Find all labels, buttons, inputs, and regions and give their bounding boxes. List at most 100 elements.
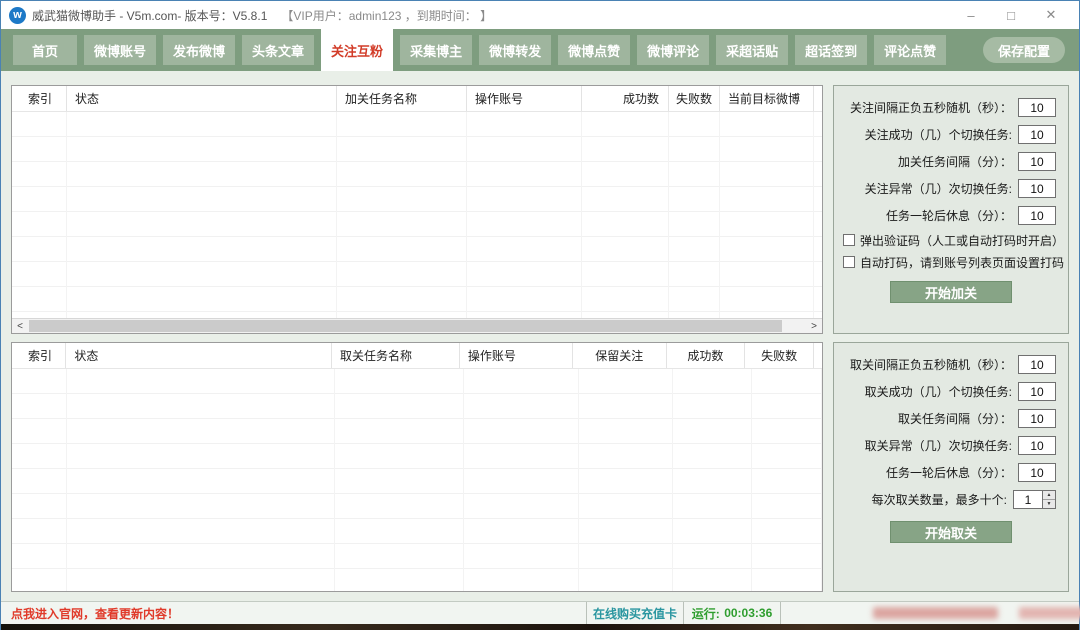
auto-captcha-row: 自动打码，请到账号列表页面设置打码 — [834, 251, 1068, 273]
buy-recharge-card-link[interactable]: 在线购买充值卡 — [593, 605, 677, 622]
follow-interval-label: 关注间隔正负五秒随机（秒）： — [850, 99, 1012, 116]
unfollow-task-interval-input[interactable] — [1018, 409, 1056, 428]
captcha-popup-checkbox[interactable] — [843, 234, 855, 246]
unfollow-count-row: 每次取关数量，最多十个: ▲ ▼ — [834, 486, 1068, 513]
status-section-news: 点我进入官网，查看更新内容！ — [1, 602, 587, 624]
column-header-follow-task-name: 加关任务名称 — [337, 86, 467, 111]
unfollow-success-switch-input[interactable] — [1018, 382, 1056, 401]
maximize-icon[interactable]: □ — [991, 8, 1031, 23]
unfollow-interval-label: 取关间隔正负五秒随机（秒）： — [850, 356, 1012, 373]
scrollbar-thumb[interactable] — [29, 320, 782, 332]
blurred-watermark — [873, 607, 998, 619]
follow-error-switch-input[interactable] — [1018, 179, 1056, 198]
desktop-edge-strip — [1, 624, 1079, 630]
spinner-up-icon[interactable]: ▲ — [1043, 491, 1055, 500]
setting-row: 取关成功（几）个切换任务: — [834, 378, 1068, 405]
tab-weibo-account[interactable]: 微博账号 — [84, 35, 156, 65]
column-header-status: 状态 — [67, 86, 337, 111]
runtime-label: 运行: — [692, 605, 720, 622]
content-gap — [1, 592, 1079, 601]
follow-success-switch-input[interactable] — [1018, 125, 1056, 144]
column-header-keep-following: 保留关注 — [573, 343, 666, 368]
follow-settings-panel: 关注间隔正负五秒随机（秒）： 关注成功（几）个切换任务: 加关任务间隔（分）： … — [833, 85, 1069, 334]
status-section-runtime: 运行: 00:03:36 — [684, 602, 781, 624]
window-title: 威武猫微博助手 - V5m.com- 版本号：V5.8.1 — [32, 7, 267, 24]
window-controls: – □ ✕ — [951, 7, 1071, 23]
unfollow-task-table: 索引 状态 取关任务名称 操作账号 保留关注 成功数 失败数 — [11, 342, 823, 592]
tab-weibo-comment[interactable]: 微博评论 — [637, 35, 709, 65]
app-window: w 威武猫微博助手 - V5m.com- 版本号：V5.8.1 【VIP用户：a… — [0, 0, 1080, 630]
status-section-watermark — [781, 602, 1079, 624]
tab-bar: 首页 微博账号 发布微博 头条文章 关注互粉 采集博主 微博转发 微博点赞 微博… — [1, 29, 1079, 71]
start-unfollow-button[interactable]: 开始取关 — [890, 521, 1012, 543]
tab-follow-exchange[interactable]: 关注互粉 — [321, 29, 393, 71]
tab-publish-weibo[interactable]: 发布微博 — [163, 35, 235, 65]
follow-task-table: 索引 状态 加关任务名称 操作账号 成功数 失败数 当前目标微博 性别 < > — [11, 85, 823, 334]
column-header-success-count: 成功数 — [582, 86, 669, 111]
scroll-left-icon[interactable]: < — [12, 319, 28, 333]
main-content: 索引 状态 加关任务名称 操作账号 成功数 失败数 当前目标微博 性别 < > — [1, 71, 1079, 592]
minimize-icon[interactable]: – — [951, 8, 991, 23]
column-header-unfollow-task-name: 取关任务名称 — [332, 343, 460, 368]
follow-success-switch-label: 关注成功（几）个切换任务: — [865, 126, 1012, 143]
column-header-gender: 性别 — [814, 86, 822, 111]
tab-weibo-like[interactable]: 微博点赞 — [558, 35, 630, 65]
tables-column: 索引 状态 加关任务名称 操作账号 成功数 失败数 当前目标微博 性别 < > — [11, 85, 823, 592]
setting-row: 关注异常（几）次切换任务: — [834, 175, 1068, 202]
tab-collect-supertopic[interactable]: 采超话贴 — [716, 35, 788, 65]
unfollow-success-switch-label: 取关成功（几）个切换任务: — [865, 383, 1012, 400]
unfollow-count-stepper[interactable]: ▲ ▼ — [1043, 490, 1056, 509]
unfollow-table-header: 索引 状态 取关任务名称 操作账号 保留关注 成功数 失败数 — [12, 343, 822, 369]
tab-home[interactable]: 首页 — [13, 35, 77, 65]
official-site-link[interactable]: 点我进入官网，查看更新内容！ — [11, 605, 179, 622]
follow-task-interval-label: 加关任务间隔（分）： — [898, 153, 1012, 170]
captcha-popup-label: 弹出验证码（人工或自动打码时开启） — [860, 232, 1064, 249]
setting-row: 关注间隔正负五秒随机（秒）： — [834, 94, 1068, 121]
tab-headline-article[interactable]: 头条文章 — [242, 35, 314, 65]
follow-task-interval-input[interactable] — [1018, 152, 1056, 171]
close-icon[interactable]: ✕ — [1031, 7, 1071, 23]
unfollow-error-switch-input[interactable] — [1018, 436, 1056, 455]
column-header-status: 状态 — [66, 343, 332, 368]
column-header-current-target: 当前目标微博 — [720, 86, 814, 111]
save-config-button[interactable]: 保存配置 — [983, 37, 1065, 63]
auto-captcha-label: 自动打码，请到账号列表页面设置打码 — [860, 254, 1064, 271]
status-bar: 点我进入官网，查看更新内容！ 在线购买充值卡 运行: 00:03:36 — [1, 601, 1079, 624]
tab-supertopic-checkin[interactable]: 超话签到 — [795, 35, 867, 65]
column-header-operating-account: 操作账号 — [467, 86, 582, 111]
tab-collect-bloggers[interactable]: 采集博主 — [400, 35, 472, 65]
unfollow-interval-input[interactable] — [1018, 355, 1056, 374]
unfollow-settings-panel: 取关间隔正负五秒随机（秒）： 取关成功（几）个切换任务: 取关任务间隔（分）： … — [833, 342, 1069, 592]
follow-error-switch-label: 关注异常（几）次切换任务: — [865, 180, 1012, 197]
status-section-buy: 在线购买充值卡 — [587, 602, 684, 624]
blurred-watermark — [1019, 607, 1080, 619]
setting-row: 加关任务间隔（分）： — [834, 148, 1068, 175]
captcha-popup-row: 弹出验证码（人工或自动打码时开启） — [834, 229, 1068, 251]
setting-row: 取关任务间隔（分）： — [834, 405, 1068, 432]
column-header-fail-count: 失败数 — [745, 343, 814, 368]
setting-row: 取关异常（几）次切换任务: — [834, 432, 1068, 459]
start-follow-button[interactable]: 开始加关 — [890, 281, 1012, 303]
follow-rest-label: 任务一轮后休息（分）： — [886, 207, 1012, 224]
scroll-right-icon[interactable]: > — [806, 319, 822, 333]
auto-captcha-checkbox[interactable] — [843, 256, 855, 268]
follow-rest-input[interactable] — [1018, 206, 1056, 225]
follow-interval-input[interactable] — [1018, 98, 1056, 117]
column-header-index: 索引 — [12, 343, 66, 368]
setting-row: 任务一轮后休息（分）： — [834, 459, 1068, 486]
follow-table-header: 索引 状态 加关任务名称 操作账号 成功数 失败数 当前目标微博 性别 — [12, 86, 822, 112]
spinner-down-icon[interactable]: ▼ — [1043, 500, 1055, 508]
setting-row: 任务一轮后休息（分）： — [834, 202, 1068, 229]
app-logo-icon: w — [9, 7, 26, 24]
setting-row: 取关间隔正负五秒随机（秒）： — [834, 351, 1068, 378]
tab-comment-like[interactable]: 评论点赞 — [874, 35, 946, 65]
unfollow-rest-input[interactable] — [1018, 463, 1056, 482]
settings-column: 关注间隔正负五秒随机（秒）： 关注成功（几）个切换任务: 加关任务间隔（分）： … — [833, 85, 1069, 592]
runtime-value: 00:03:36 — [724, 606, 772, 620]
horizontal-scrollbar[interactable]: < > — [12, 318, 822, 333]
unfollow-table-body — [12, 369, 822, 591]
unfollow-count-input[interactable] — [1013, 490, 1043, 509]
unfollow-count-label: 每次取关数量，最多十个: — [872, 491, 1007, 508]
tab-weibo-repost[interactable]: 微博转发 — [479, 35, 551, 65]
column-header-success-count: 成功数 — [667, 343, 746, 368]
